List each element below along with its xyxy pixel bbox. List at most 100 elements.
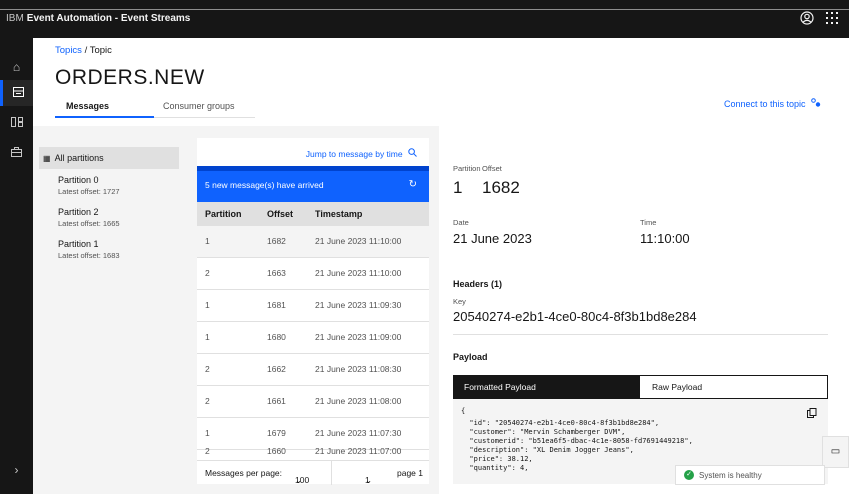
cell-partition: 2: [205, 446, 210, 456]
tab-consumer-groups[interactable]: Consumer groups: [154, 96, 255, 118]
toolbox-icon[interactable]: [0, 140, 33, 166]
pagination-bar: Messages per page: 100 ⌄ 1 ⌄ page 1: [197, 460, 429, 485]
offset-label: Offset: [482, 164, 502, 173]
table-row[interactable]: 2 1663 21 June 2023 11:10:00: [197, 258, 429, 290]
brand-prefix: IBM: [6, 13, 24, 24]
cell-offset: 1661: [267, 396, 286, 406]
grid-icon: ▦: [43, 154, 51, 163]
table-row[interactable]: 1 1682 21 June 2023 11:10:00: [197, 226, 429, 258]
date-value: 21 June 2023: [453, 231, 532, 246]
expand-chevron-icon[interactable]: ›: [0, 457, 33, 483]
headers-heading[interactable]: Headers (1): [453, 279, 502, 289]
connect-to-topic-link[interactable]: Connect to this topic: [724, 98, 821, 109]
home-icon[interactable]: ⌂: [0, 54, 33, 80]
payload-tabs: Formatted Payload Raw Payload: [453, 375, 828, 399]
system-health-toast[interactable]: ✓ System is healthy: [675, 465, 825, 485]
messages-panel: Jump to message by time 5 new message(s)…: [197, 138, 429, 485]
payload-line: "customerid": "b51ea6f5-dbac-4c1e-8058-f…: [461, 437, 693, 445]
cell-timestamp: 21 June 2023 11:09:30: [315, 300, 402, 310]
payload-line: "price": 38.12,: [461, 455, 533, 463]
cell-timestamp: 21 June 2023 11:08:00: [315, 396, 402, 406]
feedback-icon[interactable]: ▭: [822, 436, 849, 468]
breadcrumb: Topics / Topic: [55, 45, 112, 56]
partition-latest-offset: Latest offset: 1727: [58, 187, 120, 196]
partition-item[interactable]: Partition 1 Latest offset: 1683: [58, 239, 120, 260]
payload-line: "description": "XL Denim Jogger Jeans",: [461, 446, 634, 454]
date-label: Date: [453, 218, 469, 227]
chevron-down-icon: ⌄: [365, 475, 373, 485]
pager-divider: [331, 461, 332, 485]
page-title: ORDERS.NEW: [55, 66, 205, 89]
cell-offset: 1681: [267, 300, 286, 310]
cell-timestamp: 21 June 2023 11:10:00: [315, 268, 402, 278]
offset-value: 1682: [482, 178, 520, 197]
column-offset[interactable]: Offset: [267, 202, 293, 226]
partition-all-label: All partitions: [54, 153, 104, 163]
connect-icon: [811, 98, 821, 109]
cell-offset: 1680: [267, 332, 286, 342]
table-header: Partition Offset Timestamp: [197, 202, 429, 226]
search-icon: [408, 148, 417, 159]
partition-name: Partition 0: [58, 175, 99, 185]
partition-label: Partition: [453, 164, 481, 173]
checkmark-icon: ✓: [684, 470, 694, 480]
new-messages-banner[interactable]: 5 new message(s) have arrived ↻: [197, 166, 429, 202]
cell-timestamp: 21 June 2023 11:10:00: [315, 236, 402, 246]
cell-offset: 1663: [267, 268, 286, 278]
partition-all[interactable]: ▦ All partitions: [39, 147, 179, 169]
copy-icon[interactable]: [807, 408, 817, 421]
payload-line: {: [461, 407, 466, 415]
column-partition[interactable]: Partition: [205, 202, 242, 226]
partition-item[interactable]: Partition 0 Latest offset: 1727: [58, 175, 120, 196]
app-switcher-icon[interactable]: [823, 11, 841, 29]
chevron-down-icon: ⌄: [295, 475, 303, 485]
table-row[interactable]: 2 1662 21 June 2023 11:08:30: [197, 354, 429, 386]
tab-raw-payload[interactable]: Raw Payload: [640, 376, 827, 398]
cell-offset: 1660: [267, 446, 286, 456]
table-row[interactable]: 1 1680 21 June 2023 11:09:00: [197, 322, 429, 354]
payload-line: "customer": "Mervin Schamberger DVM",: [461, 428, 626, 436]
page-label: page 1: [397, 468, 423, 478]
table-row[interactable]: 2 1661 21 June 2023 11:08:00: [197, 386, 429, 418]
payload-line: "id": "20540274-e2b1-4ce0-80c4-8f3b1bd8e…: [461, 419, 660, 427]
partition-latest-offset: Latest offset: 1683: [58, 251, 120, 260]
per-page-label: Messages per page:: [205, 468, 283, 478]
topics-icon[interactable]: [0, 80, 33, 106]
partition-name: Partition 1: [58, 239, 99, 249]
banner-accent: [197, 166, 429, 171]
jump-label: Jump to message by time: [305, 149, 403, 159]
refresh-icon[interactable]: ↻: [409, 179, 417, 190]
column-timestamp[interactable]: Timestamp: [315, 202, 362, 226]
table-row[interactable]: 2 1660 21 June 2023 11:07:00: [197, 442, 429, 460]
table-row[interactable]: 1 1681 21 June 2023 11:09:30: [197, 290, 429, 322]
time-value: 11:10:00: [640, 231, 690, 246]
jump-to-time-link[interactable]: Jump to message by time: [306, 148, 417, 159]
schema-icon[interactable]: [0, 110, 33, 136]
partition-value: 1: [453, 178, 463, 197]
cell-partition: 2: [205, 268, 210, 278]
partition-item[interactable]: Partition 2 Latest offset: 1665: [58, 207, 120, 228]
cell-partition: 1: [205, 332, 210, 342]
key-value: 20540274-e2b1-4ce0-80c4-8f3b1bd8e284: [453, 309, 697, 324]
breadcrumb-topics-link[interactable]: Topics: [55, 45, 82, 56]
product-name[interactable]: IBM Event Automation - Event Streams: [6, 13, 190, 24]
brand-product: Event Automation - Event Streams: [26, 13, 191, 24]
cell-offset: 1662: [267, 364, 286, 374]
top-bar: IBM Event Automation - Event Streams: [0, 0, 849, 38]
cell-partition: 2: [205, 396, 210, 406]
cell-timestamp: 21 June 2023 11:07:00: [315, 446, 402, 456]
key-label: Key: [453, 297, 466, 306]
tab-formatted-payload[interactable]: Formatted Payload: [454, 376, 640, 398]
user-avatar-icon[interactable]: [798, 11, 816, 29]
time-label: Time: [640, 218, 657, 227]
health-text: System is healthy: [699, 471, 762, 480]
cell-partition: 1: [205, 300, 210, 310]
side-nav: ⌂ ›: [0, 38, 33, 494]
payload-heading: Payload: [453, 352, 488, 362]
cell-timestamp: 21 June 2023 11:09:00: [315, 332, 402, 342]
breadcrumb-separator: /: [84, 45, 88, 56]
window-border: [0, 9, 849, 10]
tab-messages[interactable]: Messages: [55, 96, 154, 118]
connect-label: Connect to this topic: [724, 99, 806, 109]
cell-partition: 1: [205, 236, 210, 246]
